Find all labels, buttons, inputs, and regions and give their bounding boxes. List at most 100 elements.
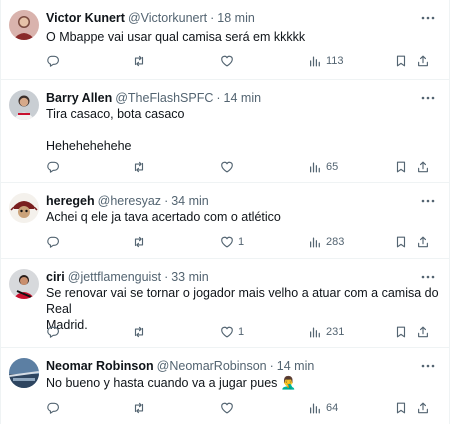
bookmark-icon [394, 401, 408, 415]
tweet-header: heregeh @heresyaz · 34 min [46, 193, 420, 210]
retweet-icon [132, 54, 146, 68]
tweet-line: Tira casaco, bota casaco [46, 107, 185, 121]
retweet-icon [132, 401, 146, 415]
heart-icon [220, 325, 234, 339]
reply-icon [46, 235, 60, 249]
tweet-actions: 65 [46, 159, 436, 175]
more-icon[interactable] [420, 90, 436, 106]
like-button[interactable] [220, 53, 238, 69]
reply-button[interactable] [46, 159, 60, 175]
views-button[interactable]: 65 [308, 159, 338, 175]
reply-icon [46, 54, 60, 68]
share-button[interactable] [416, 53, 430, 69]
username[interactable]: @jettflamenguist [68, 270, 161, 284]
reply-button[interactable] [46, 324, 60, 340]
view-count: 65 [326, 161, 339, 173]
reply-icon [46, 160, 60, 174]
retweet-button[interactable] [132, 234, 146, 250]
more-icon[interactable] [420, 193, 436, 209]
view-count: 113 [326, 55, 344, 67]
timestamp[interactable]: 33 min [171, 270, 209, 284]
more-icon[interactable] [420, 269, 436, 285]
tweet[interactable]: ciri @jettflamenguist · 33 min Se renovar v… [0, 259, 450, 348]
reply-button[interactable] [46, 53, 60, 69]
like-button[interactable] [220, 400, 238, 416]
bookmark-icon [394, 235, 408, 249]
share-button[interactable] [416, 324, 430, 340]
share-button[interactable] [416, 400, 430, 416]
bookmark-button[interactable] [394, 159, 408, 175]
timestamp[interactable]: 14 min [224, 91, 262, 105]
bookmark-button[interactable] [394, 324, 408, 340]
separator: · [269, 359, 274, 373]
display-name[interactable]: Victor Kunert [46, 11, 125, 25]
avatar[interactable] [9, 269, 39, 299]
view-count: 231 [326, 326, 345, 338]
username[interactable]: @NeomarRobinson [157, 359, 267, 373]
tweet[interactable]: Barry Allen @TheFlashSPFC · 14 min Tira cas… [0, 80, 450, 183]
tweet-header: Barry Allen @TheFlashSPFC · 14 min [46, 90, 420, 107]
share-button[interactable] [416, 234, 430, 250]
display-name[interactable]: Neomar Robinson [46, 359, 154, 373]
display-name[interactable]: Barry Allen [46, 91, 112, 105]
views-icon [308, 54, 322, 68]
tweet-actions: 64 [46, 400, 436, 416]
tweet[interactable]: heregeh @heresyaz · 34 min Achei q ele ja t… [0, 183, 450, 259]
more-icon[interactable] [420, 10, 436, 26]
retweet-icon [132, 235, 146, 249]
username[interactable]: @Victorkunert [128, 11, 207, 25]
views-button[interactable]: 283 [308, 234, 344, 250]
share-icon [416, 54, 430, 68]
retweet-button[interactable] [132, 159, 146, 175]
avatar[interactable] [9, 358, 39, 388]
more-icon[interactable] [420, 358, 436, 374]
bookmark-button[interactable] [394, 234, 408, 250]
username[interactable]: @TheFlashSPFC [115, 91, 213, 105]
bookmark-button[interactable] [394, 53, 408, 69]
avatar[interactable] [9, 10, 39, 40]
username[interactable]: @heresyaz [98, 194, 161, 208]
tweet-line: O Mbappe vai usar qual camisa será em kk… [46, 30, 306, 44]
tweet-actions: 1 283 [46, 234, 436, 250]
heart-icon [220, 401, 234, 415]
display-name[interactable]: heregeh [46, 194, 95, 208]
retweet-button[interactable] [132, 400, 146, 416]
reply-button[interactable] [46, 400, 60, 416]
like-button[interactable] [220, 159, 238, 175]
timestamp[interactable]: 18 min [217, 11, 255, 25]
views-icon [308, 401, 322, 415]
like-button[interactable]: 1 [220, 234, 244, 250]
avatar[interactable] [9, 90, 39, 120]
tweet-line: Achei q ele ja tava acertado com o atlét… [46, 210, 281, 224]
retweet-button[interactable] [132, 324, 146, 340]
like-button[interactable]: 1 [220, 324, 244, 340]
retweet-icon [132, 325, 146, 339]
reply-icon [46, 325, 60, 339]
like-count: 1 [238, 236, 245, 248]
avatar[interactable] [9, 193, 39, 223]
reply-icon [46, 401, 60, 415]
tweet[interactable]: Neomar Robinson @NeomarRobinson · 14 min No… [0, 348, 450, 424]
retweet-button[interactable] [132, 53, 146, 69]
views-button[interactable]: 113 [308, 53, 344, 69]
views-icon [308, 235, 322, 249]
heart-icon [220, 160, 234, 174]
view-count: 283 [326, 236, 345, 248]
display-name[interactable]: ciri [46, 270, 65, 284]
view-count: 64 [326, 402, 339, 414]
views-button[interactable]: 64 [308, 400, 338, 416]
like-count: 1 [238, 326, 245, 338]
views-button[interactable]: 231 [308, 324, 344, 340]
bookmark-button[interactable] [394, 400, 408, 416]
timestamp[interactable]: 34 min [171, 194, 209, 208]
tweet-line: Se renovar vai se tornar o jogador mais … [46, 286, 439, 316]
timestamp[interactable]: 14 min [277, 359, 315, 373]
reply-button[interactable] [46, 234, 60, 250]
tweet-actions: 1 231 [46, 324, 436, 340]
tweet-text: No bueno y hasta cuando va a jugar pues … [46, 375, 428, 391]
heart-icon [220, 54, 234, 68]
share-icon [416, 235, 430, 249]
tweet[interactable]: Victor Kunert @Victorkunert · 18 min O Mbap… [0, 0, 450, 80]
share-button[interactable] [416, 159, 430, 175]
